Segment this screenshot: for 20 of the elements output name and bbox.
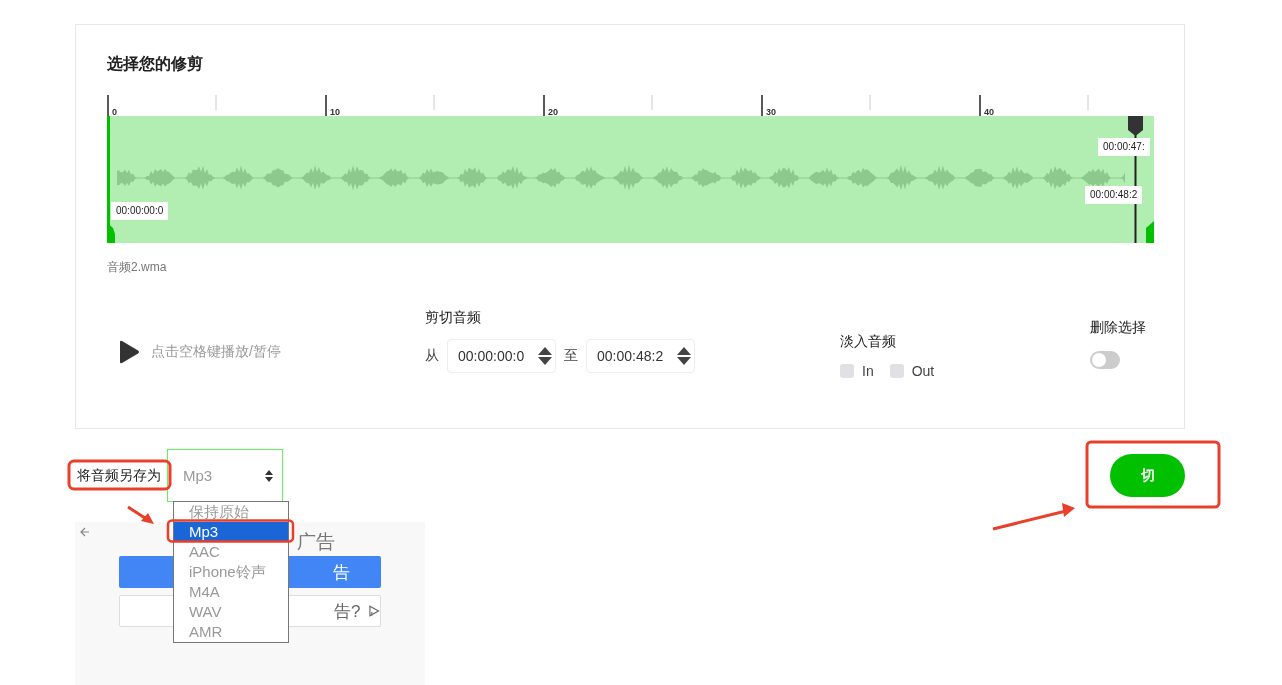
tick-label: 30 bbox=[766, 107, 776, 116]
ad-title: 广告 bbox=[297, 530, 335, 554]
playhead-time-label: 00:00:47: bbox=[1098, 138, 1150, 156]
section-title: 选择您的修剪 bbox=[107, 54, 203, 74]
start-time-label: 00:00:00:0 bbox=[111, 202, 169, 220]
play-hint: 点击空格键播放/暂停 bbox=[151, 342, 281, 361]
tick-label: 20 bbox=[548, 107, 558, 116]
tick-label: 0 bbox=[112, 107, 117, 116]
to-label: 至 bbox=[564, 347, 578, 365]
trim-heading: 剪切音频 bbox=[425, 309, 481, 327]
tick-label: 40 bbox=[984, 107, 994, 116]
tick-label: 10 bbox=[330, 107, 340, 116]
fade-heading: 淡入音频 bbox=[840, 333, 896, 351]
end-time-label: 00:00:48:2 bbox=[1085, 186, 1143, 204]
delete-selection-heading: 删除选择 bbox=[1090, 319, 1146, 337]
checkbox-label: Out bbox=[911, 363, 935, 379]
from-label: 从 bbox=[425, 347, 439, 365]
save-as-label: 将音频另存为 bbox=[77, 466, 161, 485]
checkbox-label: In bbox=[862, 363, 874, 379]
file-name: 音频2.wma bbox=[107, 259, 167, 276]
